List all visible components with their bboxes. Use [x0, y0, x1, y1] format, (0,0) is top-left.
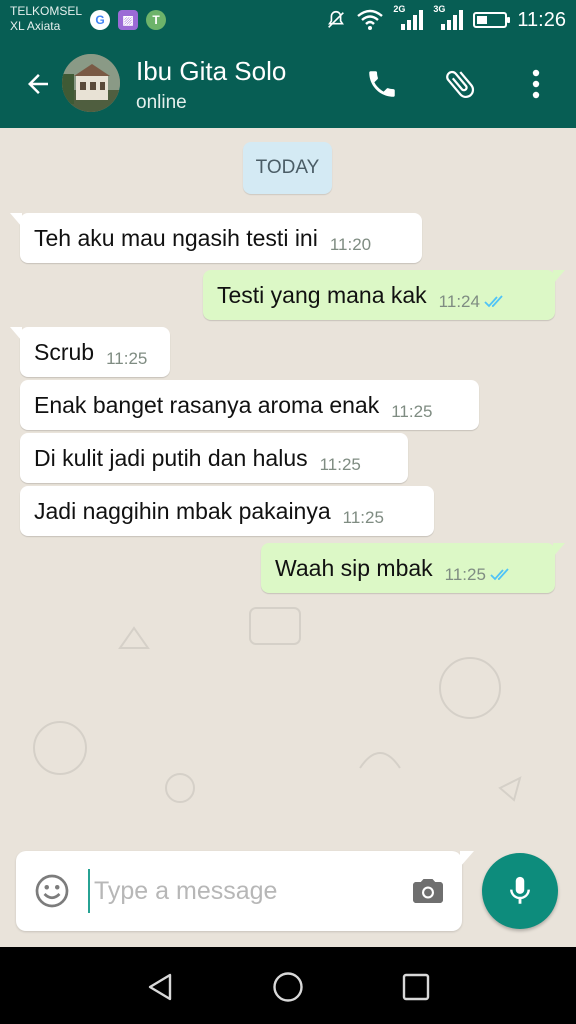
- notification-icons: G ▨ T: [90, 10, 166, 30]
- message-bubble-outgoing[interactable]: Waah sip mbak 11:25: [261, 543, 565, 593]
- message-bubble-incoming[interactable]: Scrub 11:25: [10, 327, 170, 377]
- battery-icon: [473, 12, 511, 28]
- camera-button[interactable]: [410, 873, 446, 909]
- message-time: 11:25: [342, 508, 384, 527]
- net-2-label: 3G: [433, 4, 446, 14]
- wifi-icon: [357, 9, 384, 30]
- message-text: Testi yang mana kak: [217, 281, 427, 308]
- emoji-icon: [35, 874, 69, 908]
- message-bubble-incoming[interactable]: Enak banget rasanya aroma enak 11:25: [20, 380, 479, 430]
- attach-icon: [446, 70, 475, 99]
- call-button[interactable]: [362, 64, 402, 104]
- gallery-icon: ▨: [118, 10, 138, 30]
- nav-recents-button[interactable]: [396, 967, 436, 1007]
- contact-avatar[interactable]: [62, 54, 120, 112]
- read-receipt-icon: [484, 295, 503, 308]
- message-text: Jadi naggihin mbak pakainya: [34, 497, 331, 524]
- date-separator: TODAY: [243, 142, 332, 194]
- message-bubble-incoming[interactable]: Di kulit jadi putih dan halus 11:25: [20, 433, 408, 483]
- t-app-icon: T: [146, 10, 166, 30]
- contact-name[interactable]: Ibu Gita Solo: [136, 56, 286, 87]
- emoji-button[interactable]: [34, 873, 70, 909]
- contact-status: online: [136, 92, 187, 113]
- back-arrow-icon: [28, 74, 48, 94]
- message-bubble-outgoing[interactable]: Testi yang mana kak 11:24: [203, 270, 565, 320]
- phone-icon: [369, 71, 395, 97]
- battery-level: [477, 16, 488, 24]
- net-1-label: 2G: [393, 4, 406, 14]
- carrier-1: TELKOMSEL: [10, 4, 83, 18]
- more-options-button[interactable]: [516, 64, 556, 104]
- nav-back-button[interactable]: [140, 967, 180, 1007]
- message-text: Waah sip mbak: [275, 554, 433, 581]
- status-icons: 2G 3G 11:26: [325, 4, 566, 32]
- nav-back-icon: [148, 973, 172, 1001]
- message-time: 11:24: [438, 292, 480, 311]
- message-text: Teh aku mau ngasih testi ini: [34, 224, 318, 251]
- system-nav-bar: [0, 947, 576, 1024]
- status-bar: TELKOMSEL XL Axiata G ▨ T 2G 3G 11:26: [0, 0, 576, 40]
- camera-icon: [413, 879, 443, 903]
- read-receipt-icon: [490, 568, 509, 581]
- message-input[interactable]: [88, 869, 388, 913]
- message-time: 11:25: [391, 402, 433, 421]
- message-time: 11:25: [106, 349, 148, 368]
- signal-2g-icon: 2G: [393, 4, 424, 32]
- silent-icon: [328, 10, 345, 28]
- message-time: 11:20: [329, 235, 372, 254]
- more-vert-icon: [532, 69, 540, 99]
- chat-area[interactable]: TODAY Teh aku mau ngasih testi ini 11:20…: [0, 128, 576, 848]
- message-text: Di kulit jadi putih dan halus: [34, 444, 308, 471]
- attach-button[interactable]: [440, 64, 480, 104]
- message-composer: [16, 851, 474, 931]
- message-bubble-incoming[interactable]: Jadi naggihin mbak pakainya 11:25: [20, 486, 434, 536]
- google-icon: G: [90, 10, 110, 30]
- carrier-info: TELKOMSEL XL Axiata: [10, 4, 82, 34]
- message-time: 11:25: [444, 565, 486, 584]
- voice-record-button[interactable]: [482, 853, 558, 929]
- nav-home-button[interactable]: [268, 967, 308, 1007]
- chat-header: Ibu Gita Solo online: [0, 40, 576, 128]
- signal-3g-icon: 3G: [433, 4, 464, 32]
- message-text: Scrub: [34, 338, 95, 365]
- back-button[interactable]: [20, 66, 56, 102]
- nav-recents-icon: [402, 973, 430, 1001]
- avatar-image: [62, 54, 120, 112]
- message-text: Enak banget rasanya aroma enak: [34, 391, 380, 418]
- message-bubble-incoming[interactable]: Teh aku mau ngasih testi ini 11:20: [10, 213, 422, 263]
- carrier-2: XL Axiata: [10, 19, 61, 33]
- nav-home-icon: [273, 972, 303, 1002]
- clock: 11:26: [517, 8, 566, 31]
- mic-icon: [510, 876, 530, 904]
- message-time: 11:25: [319, 455, 361, 474]
